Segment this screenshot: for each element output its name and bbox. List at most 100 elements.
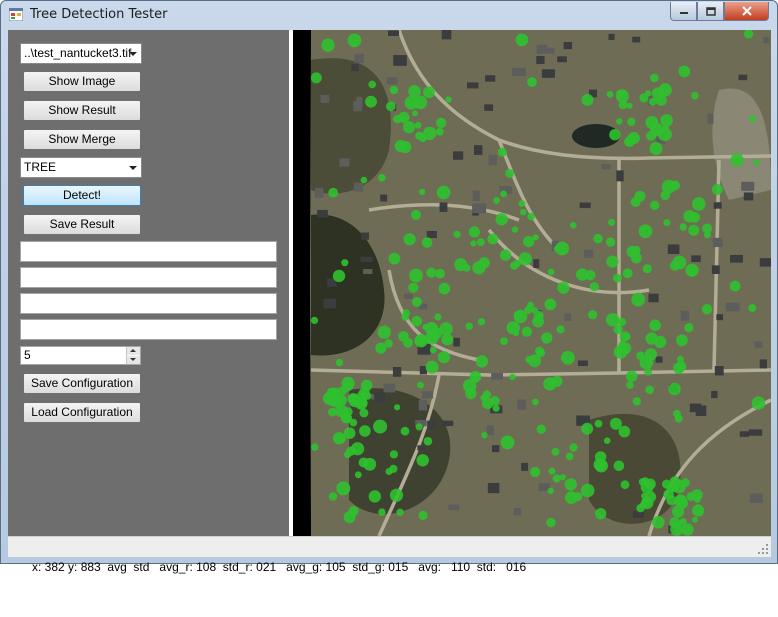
param-field-4[interactable] <box>20 319 277 340</box>
tree-detection-marker <box>681 523 694 536</box>
tree-detection-marker <box>337 386 347 396</box>
house <box>374 391 386 403</box>
tree-detection-marker <box>351 442 365 456</box>
tree-detection-marker <box>593 233 603 244</box>
class-select-value: TREE <box>24 160 57 174</box>
tree-detection-marker <box>613 273 622 283</box>
house <box>363 269 373 275</box>
stepper-value: 5 <box>24 348 31 362</box>
tree-detection-marker <box>527 77 537 87</box>
tree-detection-marker <box>666 495 677 506</box>
house <box>426 231 437 238</box>
tree-detection-marker <box>335 358 344 367</box>
tree-detection-marker <box>347 393 359 404</box>
house <box>738 74 748 81</box>
house <box>584 249 594 259</box>
tree-detection-marker <box>347 33 362 48</box>
tree-detection-marker <box>677 355 684 363</box>
tree-detection-marker <box>368 80 376 89</box>
save-configuration-button[interactable]: Save Configuration <box>23 373 141 394</box>
tree-detection-marker <box>526 301 534 309</box>
minimize-button[interactable] <box>670 2 697 21</box>
tree-detection-marker <box>418 133 428 143</box>
house <box>427 420 436 430</box>
numeric-stepper[interactable]: 5 <box>20 346 141 365</box>
house <box>716 314 724 321</box>
tree-detection-marker <box>594 419 603 428</box>
param-field-3[interactable] <box>20 293 277 314</box>
tree-detection-marker <box>536 424 546 434</box>
tree-detection-marker <box>412 110 418 117</box>
house <box>448 504 460 511</box>
stepper-down-button[interactable] <box>127 356 140 364</box>
close-button[interactable] <box>724 2 769 21</box>
house <box>517 399 526 411</box>
tree-detection-marker <box>497 147 507 157</box>
detect-button[interactable]: Detect! <box>23 185 141 206</box>
tree-detection-marker <box>403 233 416 246</box>
tree-detection-marker <box>389 450 398 459</box>
close-icon <box>741 6 752 16</box>
house <box>356 96 363 107</box>
house <box>579 202 591 209</box>
tree-detection-marker <box>688 224 700 236</box>
tree-detection-marker <box>608 218 616 226</box>
tree-detection-marker <box>623 332 631 341</box>
maximize-button[interactable] <box>697 2 724 21</box>
show-image-button[interactable]: Show Image <box>23 71 141 92</box>
save-result-button[interactable]: Save Result <box>23 214 141 235</box>
tree-detection-marker <box>580 483 595 498</box>
tree-detection-marker <box>527 212 535 221</box>
house <box>730 254 743 263</box>
image-viewer[interactable] <box>289 30 771 536</box>
tree-detection-marker <box>414 121 422 129</box>
stepper-up-button[interactable] <box>127 347 140 355</box>
file-select-value: ..\test_nantucket3.tif <box>24 46 132 60</box>
tree-detection-marker <box>411 297 422 307</box>
tree-detection-marker <box>650 200 660 210</box>
file-select[interactable]: ..\test_nantucket3.tif <box>20 43 142 64</box>
tree-detection-marker <box>622 268 633 279</box>
tree-detection-marker <box>487 233 499 245</box>
tree-detection-marker <box>425 360 439 374</box>
house <box>392 367 402 377</box>
class-select[interactable]: TREE <box>20 157 142 178</box>
tree-detection-marker <box>576 268 589 281</box>
chevron-down-icon <box>129 166 137 170</box>
tree-detection-marker <box>547 268 555 276</box>
tree-detection-marker <box>642 264 652 274</box>
house <box>536 56 545 64</box>
tree-detection-marker <box>644 90 652 97</box>
aerial-image-with-detections <box>289 30 771 536</box>
tree-detection-marker <box>692 504 705 517</box>
tree-detection-marker <box>552 474 561 483</box>
param-field-1[interactable] <box>20 241 277 262</box>
tree-detection-marker <box>373 419 388 434</box>
tree-detection-marker <box>492 404 500 412</box>
tree-detection-marker <box>343 511 356 524</box>
load-configuration-button[interactable]: Load Configuration <box>23 402 141 423</box>
tree-detection-marker <box>691 91 699 100</box>
house <box>472 203 487 214</box>
param-field-2[interactable] <box>20 267 277 288</box>
house <box>393 55 407 66</box>
show-merge-button[interactable]: Show Merge <box>23 129 141 150</box>
house <box>564 313 572 321</box>
tree-detection-marker <box>630 197 641 207</box>
resize-grip-icon[interactable] <box>758 544 769 555</box>
tree-detection-marker <box>439 322 453 336</box>
title-bar[interactable]: Tree Detection Tester <box>1 1 777 29</box>
tree-detection-marker <box>413 95 428 110</box>
tree-detection-marker <box>559 474 566 481</box>
house <box>320 94 330 104</box>
house <box>360 256 373 263</box>
show-result-button[interactable]: Show Result <box>23 100 141 121</box>
app-window-icon <box>9 8 23 21</box>
house <box>417 445 425 451</box>
tree-detection-marker <box>445 96 452 103</box>
tree-detection-marker <box>681 478 690 487</box>
tree-detection-marker <box>676 334 688 347</box>
tree-detection-marker <box>500 337 508 346</box>
house <box>314 187 324 198</box>
app-window: Tree Detection Tester ..\test_nantucket3… <box>0 0 778 574</box>
